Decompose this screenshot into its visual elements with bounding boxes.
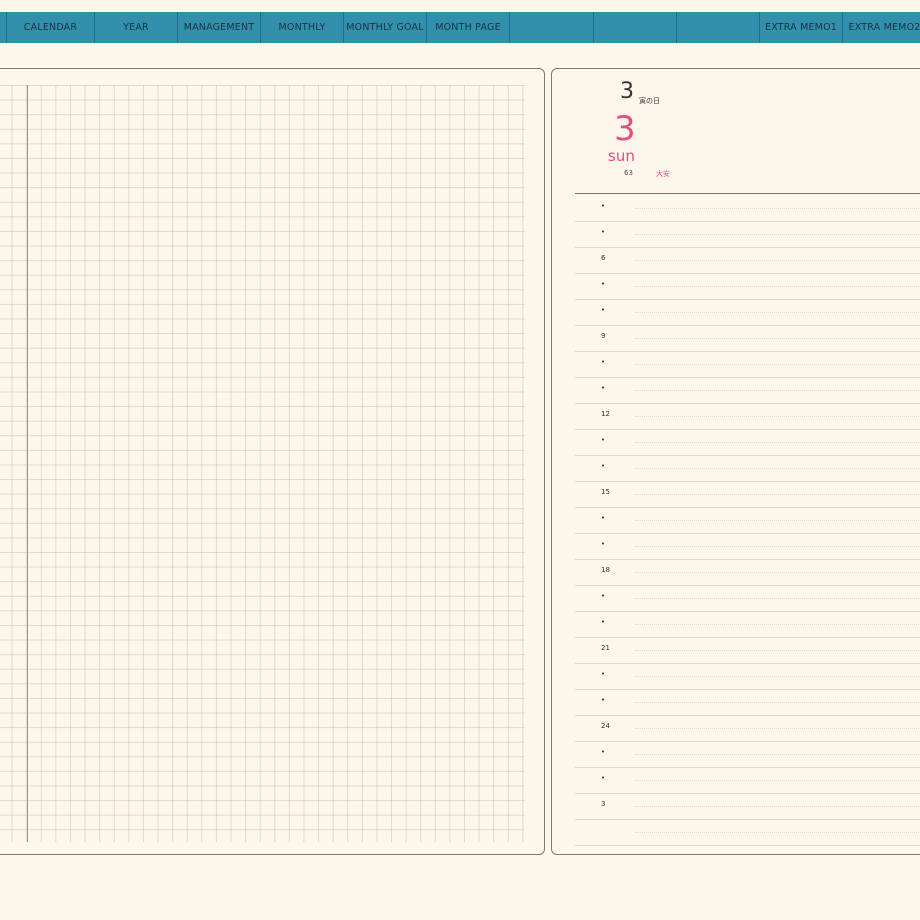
hour-label: •: [601, 748, 606, 756]
schedule-row[interactable]: •: [575, 741, 920, 768]
tab-calendar[interactable]: CALENDAR: [6, 12, 94, 43]
tab-empty-6[interactable]: [509, 12, 593, 43]
event-label: 大安: [656, 170, 670, 178]
hour-label: 9: [601, 332, 606, 340]
schedule-row[interactable]: •: [575, 351, 920, 378]
schedule-row[interactable]: •: [575, 533, 920, 560]
schedule-row[interactable]: 6: [575, 247, 920, 274]
tab-management[interactable]: MANAGEMENT: [177, 12, 260, 43]
hour-label: 3: [601, 800, 606, 808]
hour-label: •: [601, 540, 606, 548]
half-hour-line: [635, 832, 920, 833]
half-hour-line: [635, 572, 920, 573]
hour-label: •: [601, 306, 606, 314]
hour-label: 6: [601, 254, 606, 262]
half-hour-line: [635, 728, 920, 729]
tab-year[interactable]: YEAR: [94, 12, 177, 43]
hour-label: •: [601, 202, 606, 210]
day-of-year: 63: [624, 169, 633, 177]
half-hour-line: [635, 286, 920, 287]
half-hour-line: [635, 780, 920, 781]
date-number: 3: [614, 109, 636, 149]
hour-label: •: [601, 696, 606, 704]
half-hour-line: [635, 754, 920, 755]
half-hour-line: [635, 624, 920, 625]
half-hour-line: [635, 806, 920, 807]
schedule-row[interactable]: •: [575, 195, 920, 222]
half-hour-line: [635, 338, 920, 339]
schedule-row[interactable]: •: [575, 221, 920, 248]
half-hour-line: [635, 598, 920, 599]
tab-monthly-goal[interactable]: MONTHLY GOAL: [343, 12, 426, 43]
hour-label: •: [601, 384, 606, 392]
hour-label: •: [601, 670, 606, 678]
schedule-row[interactable]: 3: [575, 793, 920, 820]
tab-bar: CALENDAR YEAR MANAGEMENT MONTHLY MONTHLY GOA…: [0, 12, 920, 43]
schedule-row[interactable]: 12: [575, 403, 920, 430]
hour-label: 15: [601, 488, 610, 496]
grid-paper[interactable]: [0, 85, 525, 842]
small-date: 3: [620, 79, 634, 104]
tab-monthly[interactable]: MONTHLY: [260, 12, 343, 43]
hour-label: •: [601, 228, 606, 236]
hour-label: 18: [601, 566, 610, 574]
half-hour-line: [635, 442, 920, 443]
weekday-label: sun: [608, 147, 635, 165]
hour-label: •: [601, 280, 606, 288]
rokuyo-label: 寅の日: [639, 97, 660, 105]
half-hour-line: [635, 208, 920, 209]
schedule-row[interactable]: •: [575, 585, 920, 612]
half-hour-line: [635, 416, 920, 417]
schedule-row[interactable]: 9: [575, 325, 920, 352]
half-hour-line: [635, 260, 920, 261]
schedule-row[interactable]: •: [575, 377, 920, 404]
schedule-row[interactable]: •: [575, 611, 920, 638]
half-hour-line: [635, 546, 920, 547]
hour-label: •: [601, 592, 606, 600]
hour-label: •: [601, 774, 606, 782]
half-hour-line: [635, 520, 920, 521]
hour-label: •: [601, 436, 606, 444]
tab-extra-memo1[interactable]: EXTRA MEMO1: [759, 12, 842, 43]
tab-empty-8[interactable]: [676, 12, 759, 43]
half-hour-line: [635, 650, 920, 651]
schedule-row[interactable]: •: [575, 273, 920, 300]
half-hour-line: [635, 364, 920, 365]
hour-label: 12: [601, 410, 610, 418]
schedule-row[interactable]: •: [575, 507, 920, 534]
half-hour-line: [635, 676, 920, 677]
schedule-row[interactable]: •: [575, 767, 920, 794]
half-hour-line: [635, 494, 920, 495]
daily-schedule-page: 3 寅の日 3 sun 63 大安 • • 6 • • 9 • • 12 • • 15 • • 18 • • 21…: [551, 68, 920, 855]
hour-label: •: [601, 358, 606, 366]
schedule-row[interactable]: 24: [575, 715, 920, 742]
half-hour-line: [635, 312, 920, 313]
schedule-row[interactable]: •: [575, 299, 920, 326]
header-divider: [575, 193, 920, 194]
schedule-row[interactable]: [575, 819, 920, 846]
schedule-row[interactable]: •: [575, 663, 920, 690]
half-hour-line: [635, 234, 920, 235]
schedule-row[interactable]: •: [575, 429, 920, 456]
schedule-row[interactable]: •: [575, 689, 920, 716]
half-hour-line: [635, 468, 920, 469]
tab-month-page[interactable]: MONTH PAGE: [426, 12, 509, 43]
margin-line: [27, 85, 29, 842]
schedule-row[interactable]: 18: [575, 559, 920, 586]
notes-grid-page[interactable]: [0, 68, 545, 855]
tab-empty-7[interactable]: [593, 12, 676, 43]
tab-extra-memo2[interactable]: EXTRA MEMO2: [842, 12, 920, 43]
schedule-row[interactable]: 21: [575, 637, 920, 664]
schedule-row[interactable]: 15: [575, 481, 920, 508]
hour-label: 24: [601, 722, 610, 730]
hour-label: •: [601, 514, 606, 522]
half-hour-line: [635, 390, 920, 391]
hour-label: •: [601, 618, 606, 626]
hour-label: •: [601, 462, 606, 470]
schedule-row[interactable]: •: [575, 455, 920, 482]
hour-label: 21: [601, 644, 610, 652]
half-hour-line: [635, 702, 920, 703]
